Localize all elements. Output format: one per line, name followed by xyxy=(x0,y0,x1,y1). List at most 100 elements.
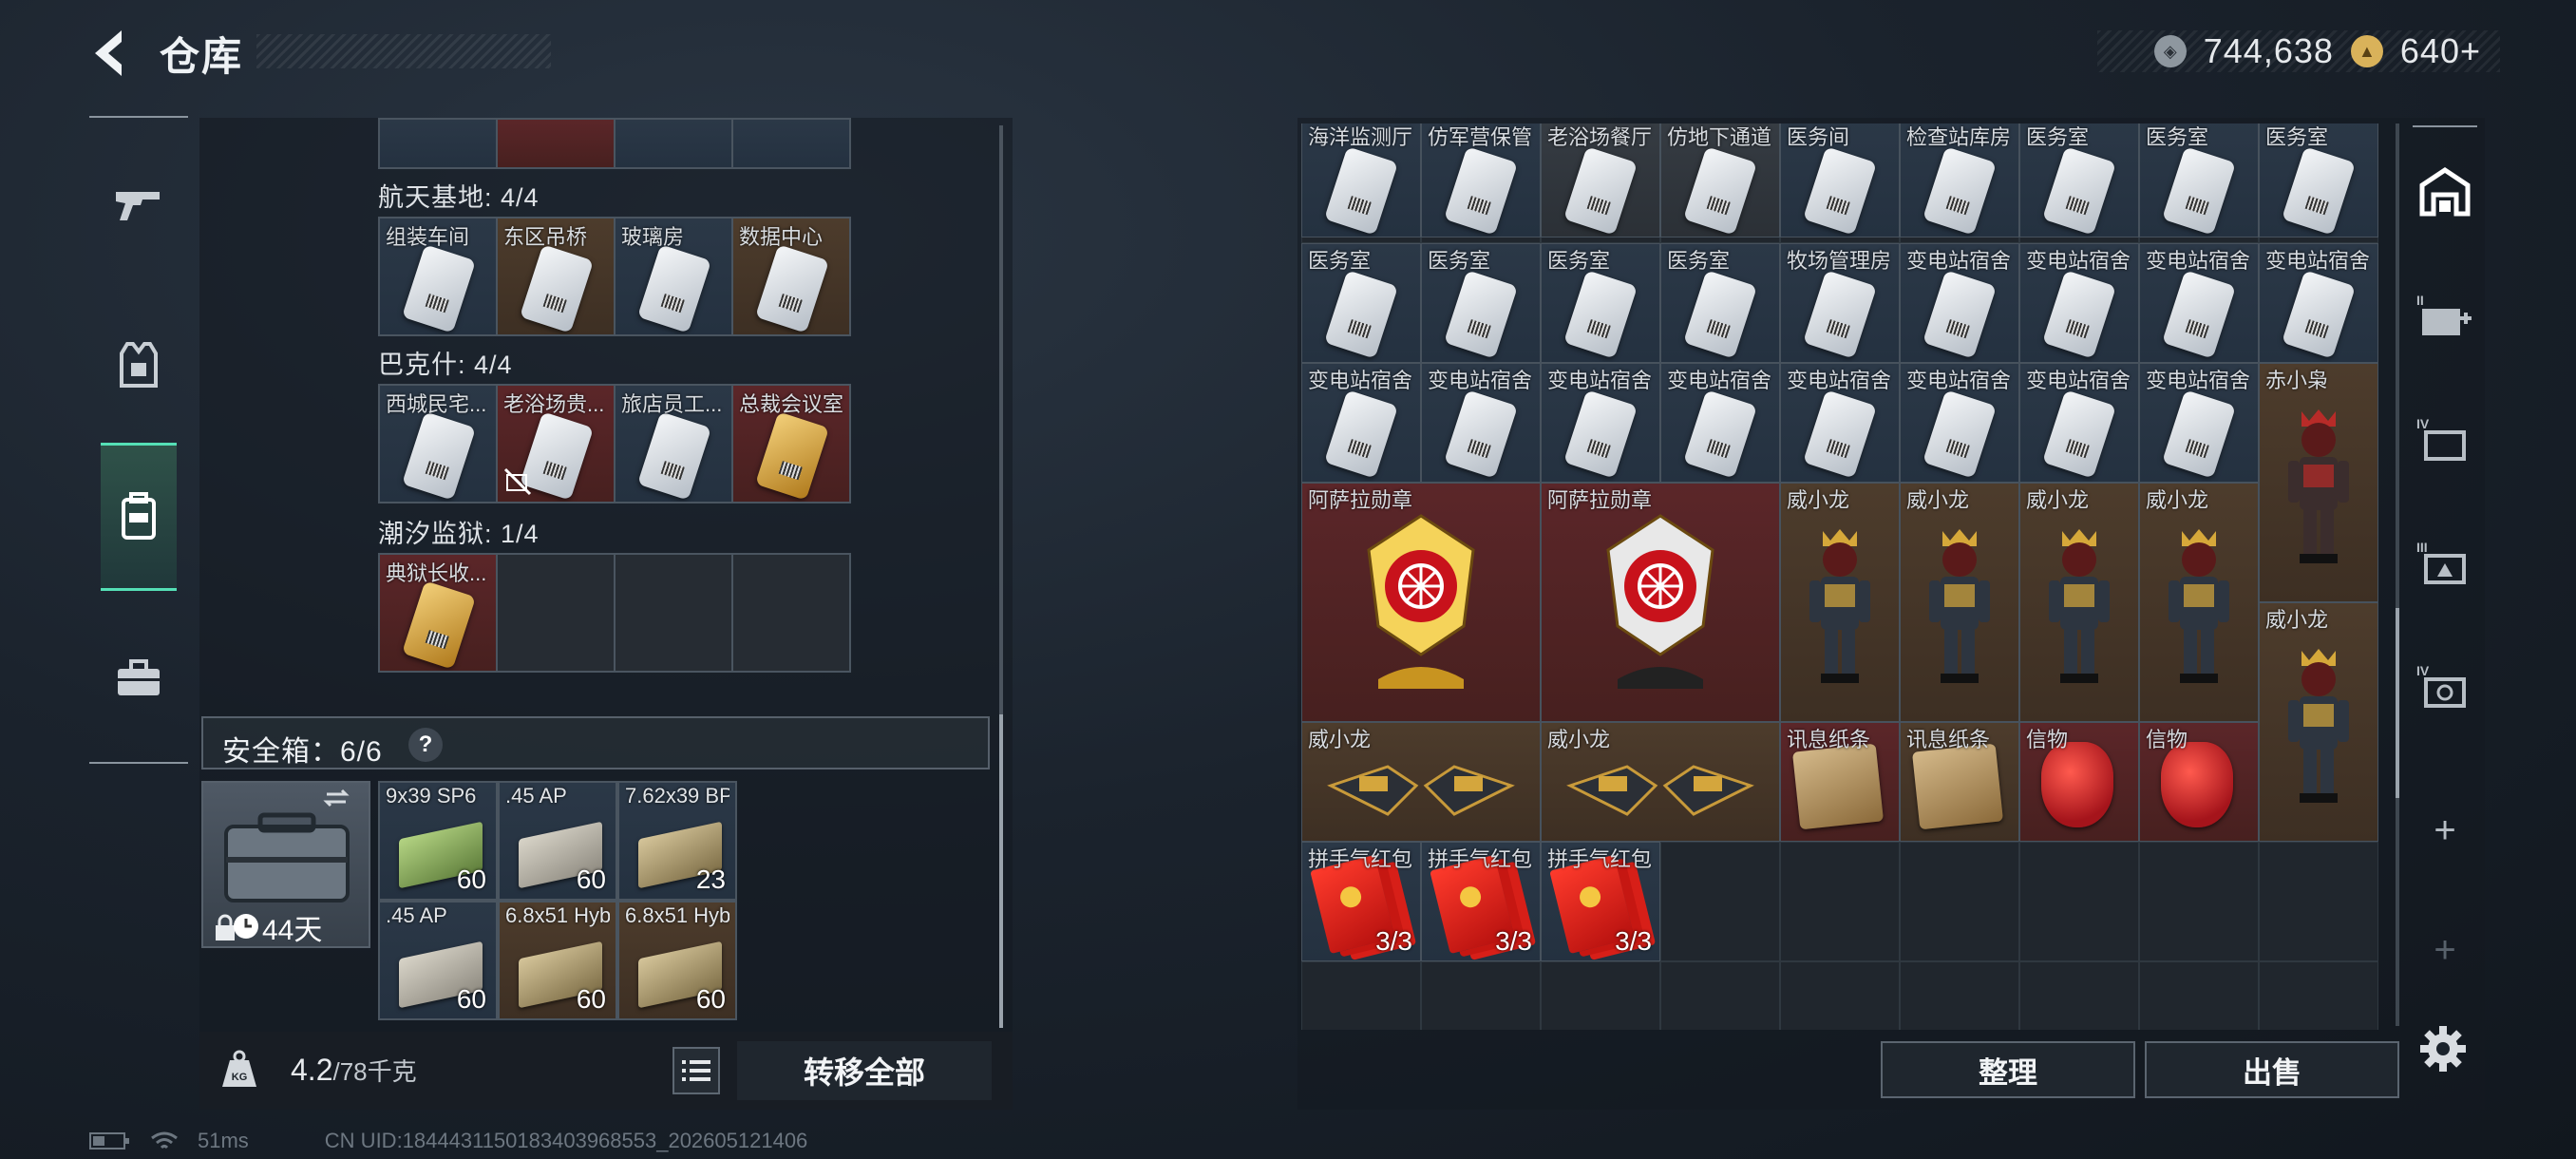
keycard-item[interactable]: 玻璃房 xyxy=(614,217,733,336)
right-nav: II IV III IV + + xyxy=(2405,124,2485,1026)
ammo-item[interactable]: .45 AP 60 xyxy=(498,781,617,901)
red-envelope-item[interactable]: 拼手气红包 3/3 xyxy=(1421,842,1541,961)
nav-toolbox[interactable] xyxy=(101,640,177,716)
keycard-item[interactable]: 医务室 xyxy=(1541,243,1660,363)
keycard-item[interactable]: 变电站宿舍 xyxy=(2019,363,2139,483)
keycard-item[interactable]: 变电站宿舍 xyxy=(1660,363,1780,483)
keycard-item[interactable]: 牧场管理房 xyxy=(1780,243,1900,363)
token-mask-item[interactable]: 信物 xyxy=(2139,722,2259,842)
keycard-item[interactable]: 医务室 xyxy=(2019,124,2139,238)
item-label: 医务室 xyxy=(1547,249,1611,273)
keycard-item[interactable]: 变电站宿舍 xyxy=(2259,243,2378,363)
message-note-item[interactable]: 讯息纸条 xyxy=(1780,722,1900,842)
keycard-item[interactable]: 变电站宿舍 xyxy=(1301,363,1421,483)
ammo-item[interactable]: 7.62x39 BP 23 xyxy=(617,781,737,901)
nav-weapons[interactable] xyxy=(101,167,177,243)
item-cell[interactable] xyxy=(378,118,498,169)
keycard-item[interactable]: 老浴场贵... xyxy=(496,384,616,504)
keycard-item[interactable]: 医务室 xyxy=(2139,124,2259,238)
left-scrollbar[interactable] xyxy=(999,125,1003,1028)
back-button[interactable] xyxy=(84,25,141,82)
nav-equipment[interactable] xyxy=(101,327,177,403)
keycard-item[interactable]: 数据中心 xyxy=(731,217,851,336)
red-envelope-item[interactable]: 拼手气红包 3/3 xyxy=(1541,842,1660,961)
sort-button[interactable]: 整理 xyxy=(1881,1041,2135,1098)
collectible-weixiaolong[interactable]: 威小龙 xyxy=(2139,483,2259,722)
red-envelope-item[interactable]: 拼手气红包 3/3 xyxy=(1301,842,1421,961)
keycard-item[interactable]: 医务室 xyxy=(2259,124,2378,238)
keycard-item[interactable]: 变电站宿舍 xyxy=(2019,243,2139,363)
keycard-icon xyxy=(1324,146,1398,236)
ammo-item[interactable]: .45 AP 60 xyxy=(378,901,498,1020)
medal-item[interactable]: 阿萨拉勋章 xyxy=(1541,483,1780,722)
ammo-item[interactable]: 6.8x51 Hybrid 60 xyxy=(498,901,617,1020)
keycard-icon xyxy=(2282,270,2356,359)
keycard-item[interactable]: 变电站宿舍 xyxy=(1900,243,2019,363)
add-tab-icon[interactable]: + xyxy=(2415,800,2475,861)
scroll-thumb[interactable] xyxy=(999,714,1003,1028)
keycard-item[interactable]: 西城民宅... xyxy=(378,384,498,504)
keycard-icon xyxy=(402,411,476,501)
collectible-gloves[interactable]: 威小龙 xyxy=(1541,722,1780,842)
collectible-chixiaoxiao[interactable]: 赤小枭 xyxy=(2259,363,2378,602)
keycard-item[interactable]: 变电站宿舍 xyxy=(2139,243,2259,363)
ammo-item[interactable]: 9x39 SP6 60 xyxy=(378,781,498,901)
collectible-weixiaolong[interactable]: 威小龙 xyxy=(1780,483,1900,722)
item-label: 变电站宿舍 xyxy=(2026,369,2131,392)
stash-tab-2[interactable]: II xyxy=(2415,285,2475,346)
paper-note-icon xyxy=(1911,743,2004,830)
keycard-icon xyxy=(1803,270,1877,359)
nav-divider xyxy=(89,762,188,764)
collectible-weixiaolong[interactable]: 威小龙 xyxy=(2019,483,2139,722)
token-mask-item[interactable]: 信物 xyxy=(2019,722,2139,842)
stash-tab-4[interactable]: IV xyxy=(2415,408,2475,469)
medal-item[interactable]: 阿萨拉勋章 xyxy=(1301,483,1541,722)
keycard-item[interactable]: 总裁会议室 xyxy=(731,384,851,504)
help-icon[interactable]: ? xyxy=(408,728,443,762)
sell-button[interactable]: 出售 xyxy=(2145,1041,2399,1098)
stash-tab-3[interactable]: III xyxy=(2415,532,2475,593)
item-label: 变电站宿舍 xyxy=(2265,249,2371,273)
empty-slot xyxy=(2259,842,2378,961)
collectible-weixiaolong[interactable]: 威小龙 xyxy=(2259,602,2378,842)
keycard-item[interactable]: 变电站宿舍 xyxy=(2139,363,2259,483)
item-quantity: 3/3 xyxy=(1615,926,1652,956)
keycard-item[interactable]: 组装车间 xyxy=(378,217,498,336)
keycard-item[interactable]: 医务室 xyxy=(1421,243,1541,363)
safebox-card[interactable]: 44天 xyxy=(201,781,370,948)
item-label: 数据中心 xyxy=(739,225,824,249)
keycard-item[interactable]: 海洋监测厅 xyxy=(1301,124,1421,238)
message-note-item[interactable]: 讯息纸条 xyxy=(1900,722,2019,842)
keycard-item[interactable]: 变电站宿舍 xyxy=(1541,363,1660,483)
scroll-thumb[interactable] xyxy=(2396,608,2399,798)
collectible-gloves[interactable]: 威小龙 xyxy=(1301,722,1541,842)
settings-button[interactable] xyxy=(2415,1020,2472,1077)
stash-main-tab[interactable] xyxy=(2415,162,2475,222)
keycard-item[interactable]: 典狱长收... xyxy=(378,553,498,673)
keycard-item[interactable]: 医务室 xyxy=(1301,243,1421,363)
list-view-button[interactable] xyxy=(672,1047,720,1094)
keycard-item[interactable]: 变电站宿舍 xyxy=(1900,363,2019,483)
keycard-item[interactable]: 老浴场餐厅 xyxy=(1541,124,1660,238)
keycard-item[interactable]: 旅店员工... xyxy=(614,384,733,504)
item-cell[interactable] xyxy=(731,118,851,169)
ammo-quantity: 60 xyxy=(576,984,606,1014)
keycard-item[interactable]: 医务间 xyxy=(1780,124,1900,238)
keycard-row: 西城民宅... 老浴场贵... 旅店员工... 总裁会议室 xyxy=(378,384,851,504)
keycard-item[interactable]: 仿地下通道 xyxy=(1660,124,1780,238)
ammo-item[interactable]: 6.8x51 Hybrid 60 xyxy=(617,901,737,1020)
keycard-item[interactable]: 检查站库房 xyxy=(1900,124,2019,238)
keycard-item[interactable]: 仿军营保管 xyxy=(1421,124,1541,238)
item-cell[interactable] xyxy=(614,118,733,169)
transfer-all-button[interactable]: 转移全部 xyxy=(737,1041,992,1100)
keycard-item[interactable]: 变电站宿舍 xyxy=(1421,363,1541,483)
keycard-item[interactable]: 东区吊桥 xyxy=(496,217,616,336)
nav-storage[interactable] xyxy=(101,443,177,591)
right-scrollbar[interactable] xyxy=(2396,124,2399,1026)
collectible-weixiaolong[interactable]: 威小龙 xyxy=(1900,483,2019,722)
keycard-item[interactable]: 变电站宿舍 xyxy=(1780,363,1900,483)
keycard-item[interactable]: 医务室 xyxy=(1660,243,1780,363)
currency-2-value[interactable]: 640+ xyxy=(2400,31,2481,71)
item-cell[interactable] xyxy=(496,118,616,169)
stash-tab-4b[interactable]: IV xyxy=(2415,656,2475,716)
